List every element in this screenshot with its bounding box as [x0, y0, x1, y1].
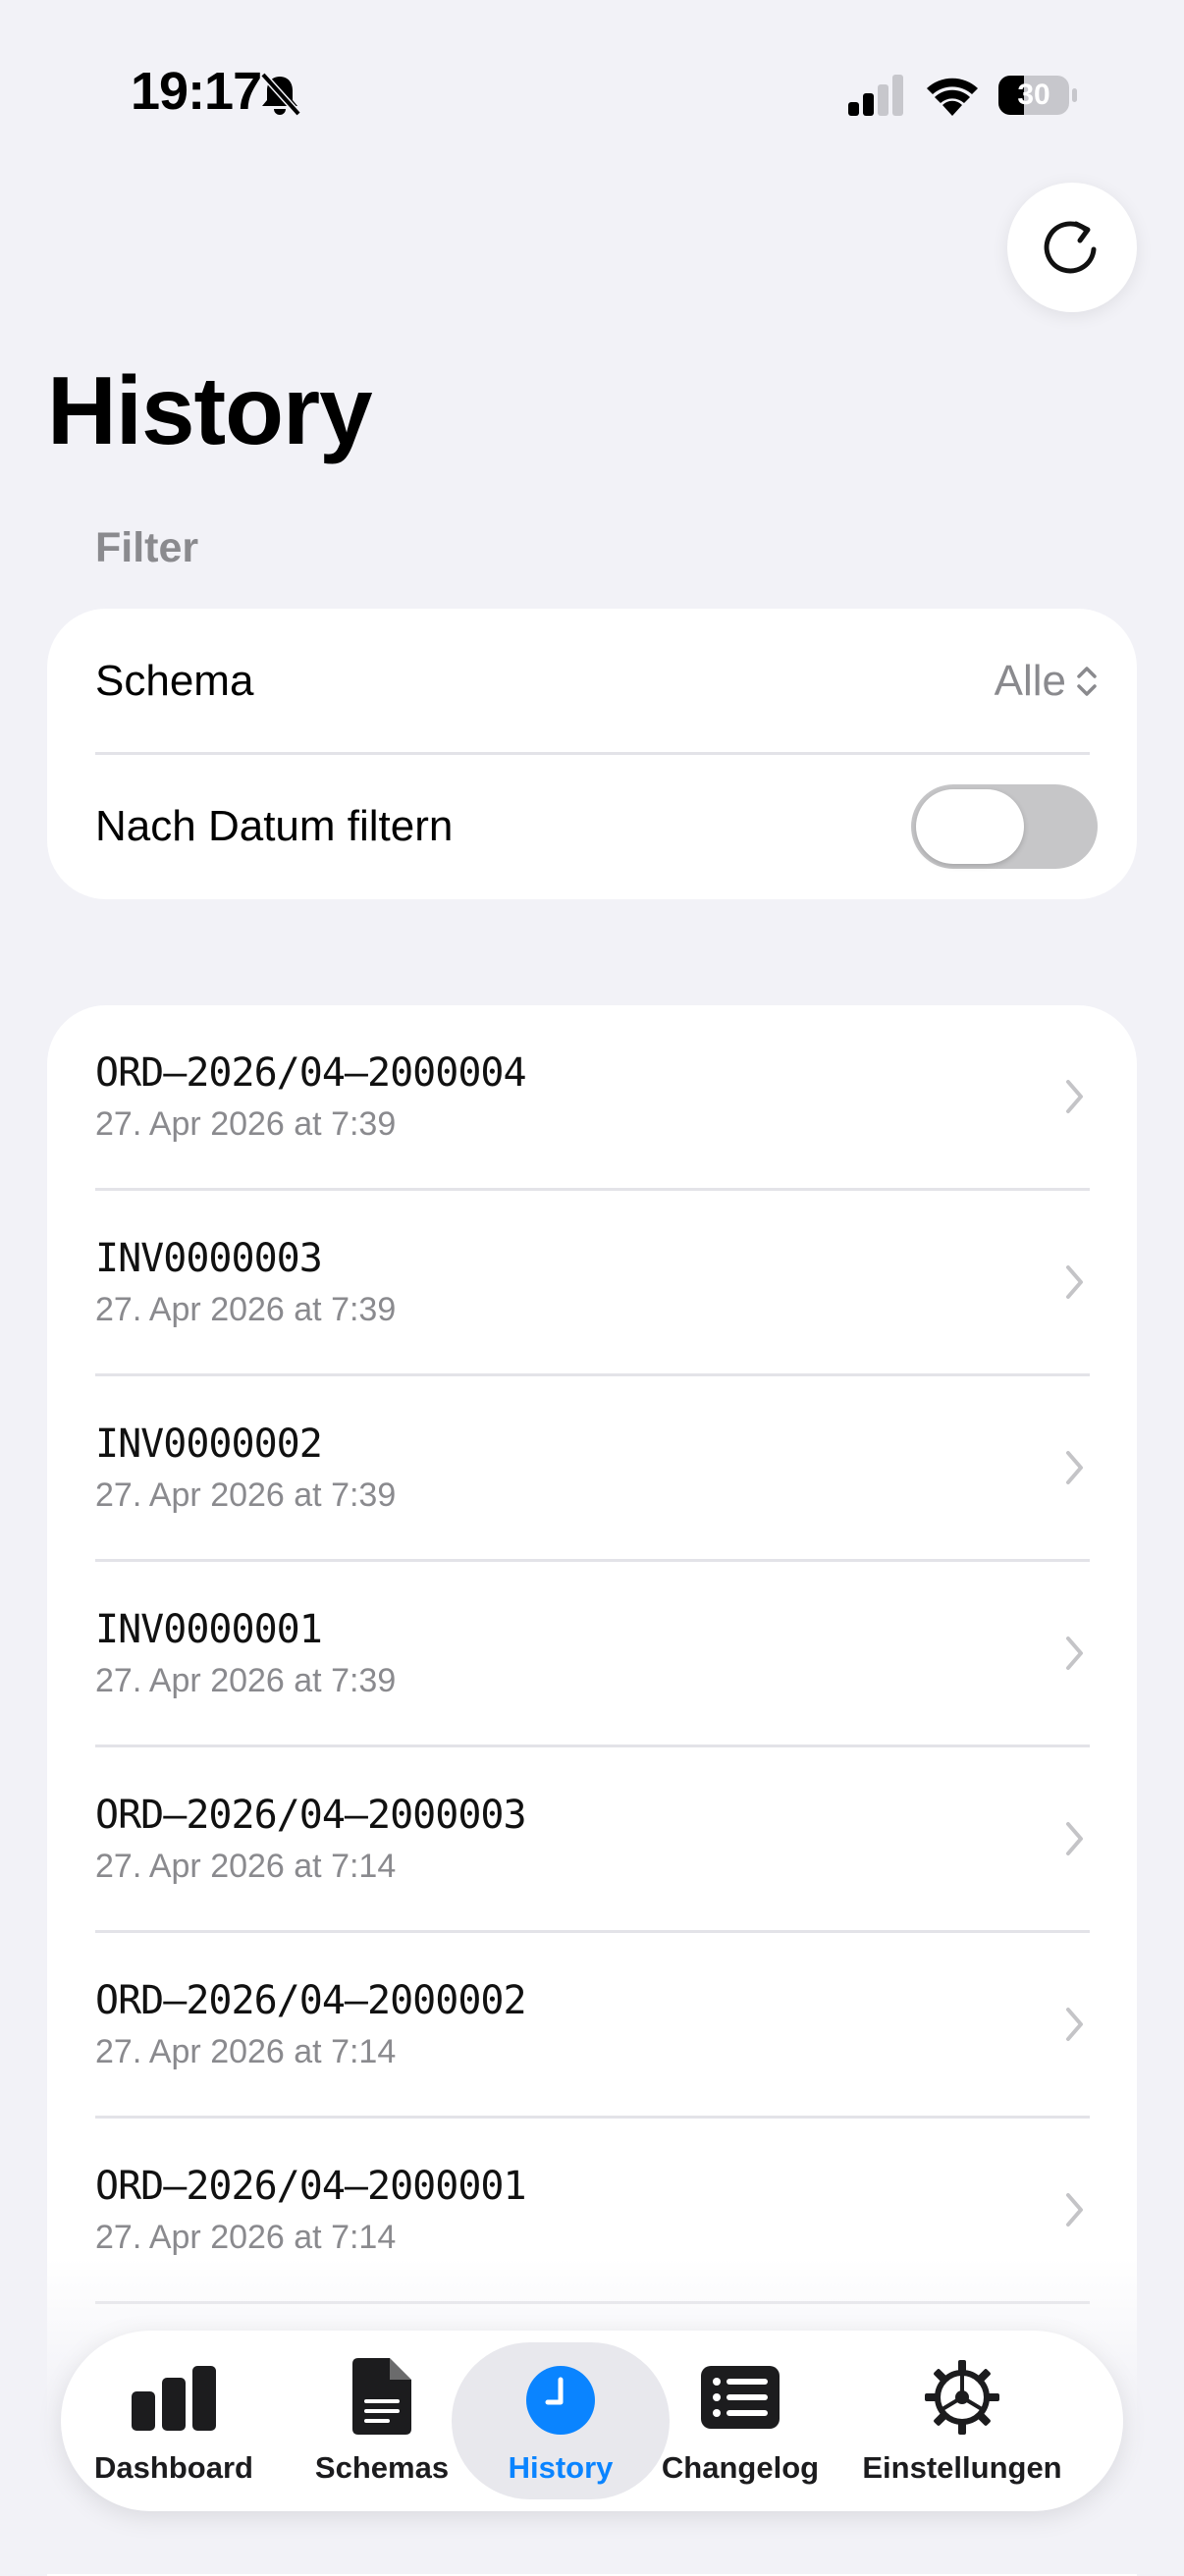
- tab-dashboard[interactable]: Dashboard: [94, 2331, 253, 2511]
- history-item-date: 27. Apr 2026 at 7:14: [95, 2033, 397, 2070]
- history-item-title: ORD–2026/04–2000002: [95, 1978, 527, 2023]
- history-item-date: 27. Apr 2026 at 7:39: [95, 1291, 397, 1328]
- tab-bar: Dashboard Schemas History Changelog Eins…: [61, 2331, 1123, 2511]
- history-item-title: ORD–2026/04–2000004: [95, 1050, 527, 1096]
- chevron-up-down-icon: [1077, 667, 1097, 696]
- refresh-icon: [1044, 221, 1097, 274]
- history-item[interactable]: INV0000003 27. Apr 2026 at 7:39: [47, 1191, 1137, 1376]
- status-time: 19:17: [131, 62, 262, 121]
- schema-picker[interactable]: Alle: [995, 657, 1098, 706]
- chevron-right-icon: [1066, 2193, 1083, 2227]
- schema-picker-value: Alle: [994, 657, 1066, 705]
- cellular-signal-icon: [848, 75, 903, 116]
- history-item-date: 27. Apr 2026 at 7:14: [95, 2219, 397, 2256]
- list-icon: [701, 2366, 780, 2429]
- chevron-right-icon: [1066, 1451, 1083, 1484]
- chevron-right-icon: [1066, 1822, 1083, 1855]
- history-item-date: 27. Apr 2026 at 7:39: [95, 1662, 397, 1699]
- chart-bar-icon: [132, 2366, 216, 2431]
- chevron-right-icon: [1066, 1080, 1083, 1113]
- date-filter-label: Nach Datum filtern: [95, 802, 454, 850]
- date-filter-toggle[interactable]: [911, 784, 1098, 869]
- history-item-title: INV0000001: [95, 1607, 323, 1652]
- history-item-title: ORD–2026/04–2000001: [95, 2164, 527, 2209]
- history-item[interactable]: ORD–2026/04–2000002 27. Apr 2026 at 7:14: [47, 1933, 1137, 2119]
- clock-icon: [526, 2366, 595, 2435]
- battery-icon: 30: [997, 75, 1078, 116]
- schema-label: Schema: [95, 657, 254, 705]
- history-item-title: ORD–2026/04–2000003: [95, 1793, 527, 1838]
- wifi-icon: [927, 78, 978, 116]
- filter-card: Schema Alle Nach Datum filtern: [47, 609, 1137, 899]
- tab-label: Schemas: [314, 2450, 450, 2485]
- history-item-date: 27. Apr 2026 at 7:39: [95, 1105, 397, 1143]
- battery-level: 30: [1017, 79, 1050, 111]
- tab-changelog[interactable]: Changelog: [662, 2331, 819, 2511]
- status-bar: 19:17 30: [0, 0, 1184, 196]
- schema-picker-row[interactable]: Schema Alle: [95, 609, 1098, 754]
- bell-slash-icon: [260, 72, 301, 117]
- toggle-knob: [916, 789, 1024, 864]
- refresh-button[interactable]: [1007, 183, 1137, 312]
- history-item[interactable]: INV0000002 27. Apr 2026 at 7:39: [47, 1376, 1137, 1562]
- chevron-right-icon: [1066, 2008, 1083, 2041]
- history-item-title: INV0000002: [95, 1422, 323, 1467]
- chevron-right-icon: [1066, 1265, 1083, 1299]
- page-title: History: [47, 356, 373, 464]
- filter-section-header: Filter: [95, 524, 199, 571]
- tab-history[interactable]: History: [452, 2331, 670, 2511]
- history-item[interactable]: INV0000001 27. Apr 2026 at 7:39: [47, 1562, 1137, 1747]
- tab-schemas[interactable]: Schemas: [314, 2331, 450, 2511]
- tab-label: Changelog: [661, 2450, 820, 2485]
- history-item-date: 27. Apr 2026 at 7:39: [95, 1476, 397, 1514]
- gear-icon: [925, 2360, 999, 2435]
- history-item-date: 27. Apr 2026 at 7:14: [95, 1848, 397, 1885]
- history-item[interactable]: ORD–2026/04–2000003 27. Apr 2026 at 7:14: [47, 1747, 1137, 1933]
- tab-label: Dashboard: [94, 2450, 253, 2485]
- tab-label: Einstellungen: [862, 2450, 1062, 2485]
- tab-einstellungen[interactable]: Einstellungen: [862, 2331, 1062, 2511]
- document-icon: [352, 2358, 411, 2435]
- date-filter-row: Nach Datum filtern: [95, 754, 1098, 899]
- history-item[interactable]: ORD–2026/04–2000004 27. Apr 2026 at 7:39: [47, 1005, 1137, 1191]
- tab-label: History: [508, 2450, 614, 2485]
- history-item-title: INV0000003: [95, 1236, 323, 1281]
- chevron-right-icon: [1066, 1637, 1083, 1670]
